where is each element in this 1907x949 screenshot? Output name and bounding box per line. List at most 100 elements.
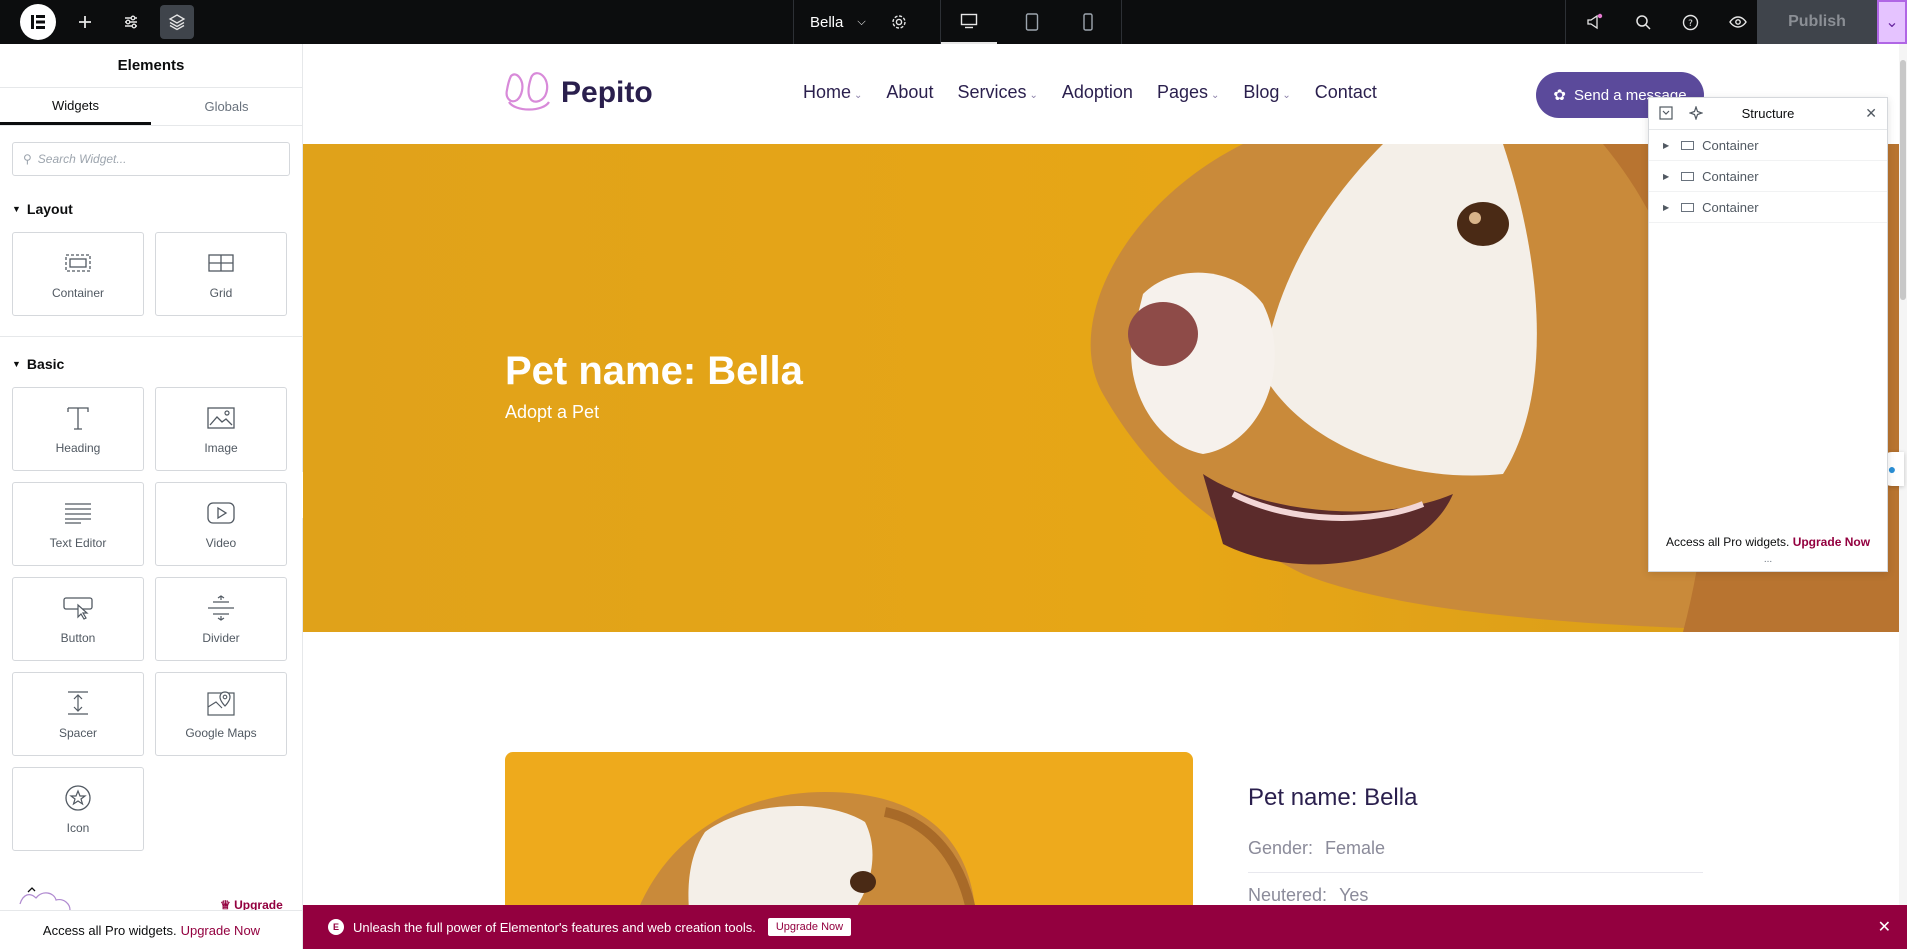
text-editor-icon — [64, 498, 92, 528]
caret-down-icon: ▼ — [12, 359, 21, 369]
nav-item-pages[interactable]: Pages ⌄ — [1157, 82, 1219, 103]
whats-new-megaphone-icon[interactable] — [1578, 5, 1612, 39]
widget-image[interactable]: Image — [155, 387, 287, 471]
notice-upgrade-button[interactable]: Upgrade Now — [767, 918, 852, 936]
notice-text: Unleash the full power of Elementor's fe… — [353, 919, 756, 935]
basic-widgets: Heading Image Text Editor Video Button D… — [0, 381, 302, 865]
preview-eye-icon[interactable] — [1721, 5, 1755, 39]
chevron-down-icon: ⌄ — [854, 90, 863, 101]
widget-grid[interactable]: Grid — [155, 232, 287, 316]
upgrade-notice-bar: E Unleash the full power of Elementor's … — [303, 905, 1907, 949]
section-layout-header[interactable]: ▼ Layout — [0, 192, 302, 226]
section-layout-title: Layout — [26, 201, 73, 217]
publish-options-chevron-icon[interactable]: ⌄ — [1877, 0, 1907, 44]
info-value: Yes — [1339, 885, 1369, 905]
structure-promo: Access all Pro widgets. Upgrade Now — [1649, 535, 1887, 549]
structure-item[interactable]: ▶ Container — [1649, 130, 1887, 161]
promo-upgrade-link[interactable]: Upgrade Now — [181, 923, 261, 938]
close-icon[interactable]: ✕ — [1865, 105, 1877, 122]
caret-right-icon: ▶ — [1663, 140, 1670, 150]
help-icon[interactable]: ? — [1673, 5, 1707, 39]
close-icon[interactable]: ✕ — [1878, 917, 1891, 937]
elementor-logo-icon[interactable] — [20, 4, 56, 40]
video-play-icon — [207, 498, 235, 528]
info-neutered-row: Neutered: Yes — [1248, 885, 1368, 905]
section-basic-title: Basic — [26, 356, 65, 372]
desktop-view-icon[interactable] — [941, 0, 997, 44]
structure-layers-icon[interactable] — [160, 5, 194, 39]
info-label: Gender: — [1248, 838, 1314, 858]
widget-label: Spacer — [58, 726, 98, 740]
nav-item-about[interactable]: About — [886, 82, 933, 103]
chevron-down-icon: ⌄ — [1210, 90, 1220, 101]
grid-icon — [208, 248, 234, 278]
heading-t-icon — [64, 403, 92, 433]
nav-item-home[interactable]: Home ⌄ — [803, 82, 862, 103]
tablet-view-icon[interactable] — [1004, 0, 1060, 44]
site-logo[interactable]: Pepito — [503, 70, 653, 116]
info-divider — [1248, 872, 1703, 873]
widget-button[interactable]: Button — [12, 577, 144, 661]
widget-heading[interactable]: Heading — [12, 387, 144, 471]
widget-video[interactable]: Video — [155, 482, 287, 566]
document-switcher[interactable]: Bella ⌵ — [793, 0, 940, 44]
editor-topbar: Bella ⌵ ? Publish ⌄ — [0, 0, 1907, 44]
add-element-icon[interactable] — [68, 5, 102, 39]
caret-right-icon: ▶ — [1663, 202, 1670, 212]
section-basic-header[interactable]: ▼ Basic — [0, 347, 302, 381]
widget-container[interactable]: Container — [12, 232, 144, 316]
hero-subtitle: Adopt a Pet — [505, 402, 600, 422]
structure-item[interactable]: ▶ Container — [1649, 192, 1887, 223]
info-label: Neutered: — [1248, 885, 1328, 905]
widget-icon[interactable]: Icon — [12, 767, 144, 851]
container-icon — [65, 248, 91, 278]
promo-text: Access all Pro widgets. — [42, 922, 177, 938]
structure-item[interactable]: ▶ Container — [1649, 161, 1887, 192]
topbar-right-tools: ? — [1565, 0, 1757, 44]
scrollbar-thumb[interactable] — [1900, 60, 1906, 300]
nav-item-services[interactable]: Services ⌄ — [957, 82, 1037, 103]
device-switcher — [940, 0, 1122, 44]
tab-widgets[interactable]: Widgets — [0, 88, 151, 125]
paw-icon: ✿ — [1553, 87, 1566, 104]
info-title: Pet name: Bella — [1248, 784, 1418, 811]
image-icon — [207, 403, 235, 433]
publish-button[interactable]: Publish — [1757, 0, 1877, 44]
widget-label: Image — [204, 441, 238, 455]
elementor-logo-icon: E — [328, 919, 344, 935]
search-icon[interactable] — [1626, 5, 1660, 39]
structure-item-label: Container — [1702, 168, 1759, 184]
structure-upgrade-link[interactable]: Upgrade Now — [1793, 535, 1870, 549]
nav-item-blog[interactable]: Blog ⌄ — [1243, 82, 1290, 103]
chevron-down-icon: ⌄ — [1029, 90, 1038, 101]
info-gender-row: Gender: Female — [1248, 838, 1385, 859]
widget-divider[interactable]: Divider — [155, 577, 287, 661]
page-settings-gear-icon[interactable] — [882, 5, 916, 39]
caret-right-icon: ▶ — [1663, 171, 1670, 181]
container-icon — [1681, 171, 1695, 181]
structure-promo-text: Access all Pro widgets. — [1665, 535, 1790, 549]
nav-item-adoption[interactable]: Adoption — [1062, 82, 1133, 103]
panel-tabs: Widgets Globals — [0, 88, 302, 126]
layout-widgets: Container Grid — [0, 226, 302, 330]
mobile-view-icon[interactable] — [1060, 0, 1116, 44]
widget-label: Button — [60, 631, 96, 645]
nav-item-contact[interactable]: Contact — [1315, 82, 1377, 103]
site-settings-icon[interactable] — [114, 5, 148, 39]
divider — [0, 336, 302, 337]
widget-google-maps[interactable]: Google Maps — [155, 672, 287, 756]
search-widget-input[interactable]: ⚲ Search Widget... — [12, 142, 290, 176]
pro-promo-illustration — [14, 884, 94, 911]
widget-label: Google Maps — [185, 726, 257, 740]
tab-globals[interactable]: Globals — [151, 88, 302, 125]
structure-title: Structure — [1741, 106, 1795, 121]
structure-panel: Structure ✕ ▶ Container ▶ Container ▶ Conta… — [1648, 97, 1888, 572]
resize-handle[interactable]: ... — [1649, 554, 1887, 565]
dog-photo-image — [640, 792, 975, 905]
pet-logo-icon — [505, 72, 550, 111]
widget-label: Container — [51, 286, 105, 300]
widget-text-editor[interactable]: Text Editor — [12, 482, 144, 566]
spacer-icon — [64, 688, 92, 718]
widget-label: Grid — [209, 286, 233, 300]
widget-spacer[interactable]: Spacer — [12, 672, 144, 756]
